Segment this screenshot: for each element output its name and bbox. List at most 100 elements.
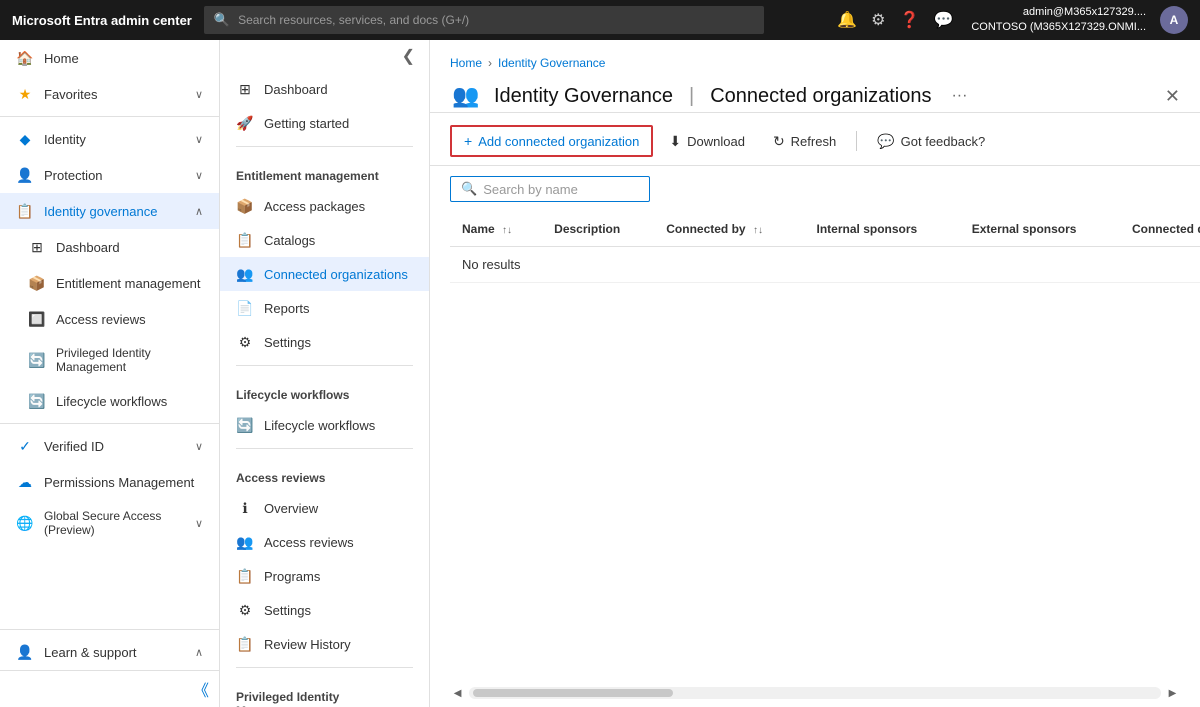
submenu-item-lifecycle-workflows[interactable]: 🔄 Lifecycle workflows <box>220 408 429 442</box>
ellipsis-icon[interactable]: ··· <box>951 87 967 105</box>
refresh-button[interactable]: ↻ Refresh <box>761 127 848 156</box>
page-title-row: 👥 Identity Governance | Connected organi… <box>450 80 1180 112</box>
breadcrumb-home[interactable]: Home <box>450 56 482 70</box>
submenu-divider-4 <box>236 667 413 668</box>
submenu-label-dashboard: Dashboard <box>264 82 328 97</box>
avatar[interactable]: A <box>1160 6 1188 34</box>
sidebar-label-verified-id: Verified ID <box>44 439 104 454</box>
submenu-divider-1 <box>236 146 413 147</box>
page-title-sep: | <box>689 85 694 108</box>
submenu-getting-started-icon: 🚀 <box>236 114 254 132</box>
search-input[interactable] <box>238 13 754 27</box>
sidebar-item-permissions[interactable]: ☁ Permissions Management <box>0 464 219 500</box>
submenu-item-access-reviews-sub[interactable]: 👥 Access reviews <box>220 525 429 559</box>
entitlement-icon: 📦 <box>28 274 46 292</box>
table-header-row: Name ↑↓ Description Connected by ↑↓ Inte… <box>450 212 1200 247</box>
add-connected-org-button[interactable]: + Add connected organization <box>450 125 653 157</box>
sidebar-label-learn-support: Learn & support <box>44 645 137 660</box>
submenu-label-access-reviews: Access reviews <box>264 535 354 550</box>
search-container[interactable]: 🔍 <box>204 6 764 34</box>
review-history-icon: 📋 <box>236 635 254 653</box>
submenu-divider-2 <box>236 365 413 366</box>
sidebar-item-entitlement[interactable]: 📦 Entitlement management <box>0 265 219 301</box>
search-box[interactable]: 🔍 <box>450 176 650 202</box>
sidebar-item-favorites[interactable]: ★ Favorites ∨ <box>0 76 219 112</box>
sidebar-item-identity[interactable]: ◆ Identity ∨ <box>0 121 219 157</box>
sidebar-item-dashboard[interactable]: ⊞ Dashboard <box>0 229 219 265</box>
sidebar-label-permissions: Permissions Management <box>44 475 194 490</box>
close-button[interactable]: ✕ <box>1165 86 1180 107</box>
scroll-right-icon[interactable]: ▶ <box>1165 685 1180 701</box>
download-button[interactable]: ⬇ Download <box>657 127 757 156</box>
sidebar-item-global-secure[interactable]: 🌐 Global Secure Access (Preview) ∨ <box>0 500 219 546</box>
sidebar-item-access-reviews[interactable]: 🔲 Access reviews <box>0 301 219 337</box>
sidebar-divider-bottom <box>0 629 219 630</box>
search-row: 🔍 <box>430 166 1200 212</box>
submenu-item-getting-started[interactable]: 🚀 Getting started <box>220 106 429 140</box>
page-title: Identity Governance <box>494 85 673 108</box>
submenu-item-catalogs[interactable]: 📋 Catalogs <box>220 223 429 257</box>
identity-governance-icon: 📋 <box>16 202 34 220</box>
submenu-collapse-btn[interactable]: ❮ <box>396 44 421 68</box>
submenu-item-review-history[interactable]: 📋 Review History <box>220 627 429 661</box>
data-table: Name ↑↓ Description Connected by ↑↓ Inte… <box>450 212 1200 283</box>
sidebar-item-lifecycle[interactable]: 🔄 Lifecycle workflows <box>0 383 219 419</box>
reports-icon: 📄 <box>236 299 254 317</box>
download-icon: ⬇ <box>669 133 681 150</box>
sidebar-item-verified-id[interactable]: ✓ Verified ID ∨ <box>0 428 219 464</box>
submenu-label-getting-started: Getting started <box>264 116 349 131</box>
sidebar-item-learn-support[interactable]: 👤 Learn & support ∧ <box>0 634 219 670</box>
submenu-item-access-packages[interactable]: 📦 Access packages <box>220 189 429 223</box>
app-brand: Microsoft Entra admin center <box>12 13 192 28</box>
submenu-section-lifecycle: Lifecycle workflows <box>220 372 429 408</box>
sort-icon-connected-by[interactable]: ↑↓ <box>753 225 763 236</box>
refresh-icon: ↻ <box>773 133 785 150</box>
submenu-label-catalogs: Catalogs <box>264 233 315 248</box>
help-icon[interactable]: ❓ <box>900 10 920 30</box>
breadcrumb-identity-governance[interactable]: Identity Governance <box>498 56 605 70</box>
submenu-item-settings-ar[interactable]: ⚙ Settings <box>220 593 429 627</box>
submenu-item-overview[interactable]: ℹ Overview <box>220 491 429 525</box>
settings-ar-icon: ⚙ <box>236 601 254 619</box>
search-by-name-input[interactable] <box>483 182 639 197</box>
col-name[interactable]: Name ↑↓ <box>450 212 542 247</box>
feedback-icon: 💬 <box>877 133 894 150</box>
submenu-label-review-history: Review History <box>264 637 351 652</box>
access-reviews-icon: 🔲 <box>28 310 46 328</box>
submenu-item-connected-organizations[interactable]: 👥 Connected organizations <box>220 257 429 291</box>
submenu-item-programs[interactable]: 📋 Programs <box>220 559 429 593</box>
sidebar-item-pim[interactable]: 🔄 Privileged Identity Management <box>0 337 219 383</box>
submenu-label-reports: Reports <box>264 301 310 316</box>
horizontal-scrollbar[interactable] <box>469 687 1161 699</box>
user-name: admin@M365x127329.... <box>971 5 1146 20</box>
topbar: Microsoft Entra admin center 🔍 🔔 ⚙ ❓ 💬 a… <box>0 0 1200 40</box>
sidebar-divider <box>0 116 219 117</box>
verified-id-icon: ✓ <box>16 437 34 455</box>
sidebar-collapse-icon[interactable]: 《 <box>193 677 209 701</box>
feedback-button[interactable]: 💬 Got feedback? <box>865 127 997 156</box>
scroll-left-icon[interactable]: ◀ <box>450 685 465 701</box>
submenu-label-programs: Programs <box>264 569 320 584</box>
sidebar-label-dashboard: Dashboard <box>56 240 120 255</box>
chevron-down-icon-gs: ∨ <box>195 517 203 530</box>
feedback-icon[interactable]: 💬 <box>933 10 953 30</box>
submenu-item-dashboard[interactable]: ⊞ Dashboard <box>220 72 429 106</box>
sidebar-item-home[interactable]: 🏠 Home <box>0 40 219 76</box>
settings-icon[interactable]: ⚙ <box>871 10 885 30</box>
sidebar-label-access-reviews: Access reviews <box>56 312 146 327</box>
notification-icon[interactable]: 🔔 <box>837 10 857 30</box>
sidebar-item-identity-governance[interactable]: 📋 Identity governance ∧ <box>0 193 219 229</box>
sidebar: 🏠 Home ★ Favorites ∨ ◆ Identity ∨ 👤 Prot… <box>0 40 220 707</box>
col-connected-date[interactable]: Connected date ↑↓ <box>1120 212 1200 247</box>
learn-support-icon: 👤 <box>16 643 34 661</box>
no-results-row: No results <box>450 247 1200 283</box>
submenu-item-settings[interactable]: ⚙ Settings <box>220 325 429 359</box>
sidebar-item-protection[interactable]: 👤 Protection ∨ <box>0 157 219 193</box>
settings-icon: ⚙ <box>236 333 254 351</box>
submenu-item-reports[interactable]: 📄 Reports <box>220 291 429 325</box>
pim-icon: 🔄 <box>28 351 46 369</box>
chevron-down-icon-protection: ∨ <box>195 169 203 182</box>
submenu-section-access-reviews: Access reviews <box>220 455 429 491</box>
col-connected-by[interactable]: Connected by ↑↓ <box>654 212 804 247</box>
sort-icon-name[interactable]: ↑↓ <box>502 225 512 236</box>
